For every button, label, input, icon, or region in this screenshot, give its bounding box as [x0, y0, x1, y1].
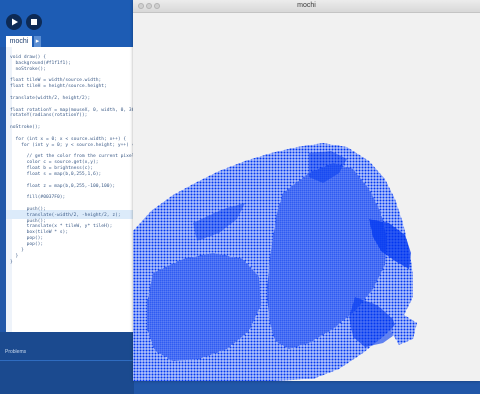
run-button[interactable] — [6, 14, 22, 30]
code-line: } — [10, 259, 13, 265]
console-panel — [0, 332, 134, 394]
ide-toolbar — [0, 0, 134, 34]
tab-menu-button[interactable]: ▸ — [34, 36, 41, 47]
sketch-canvas[interactable] — [133, 13, 480, 381]
window-titlebar[interactable]: mochi — [133, 0, 480, 13]
problems-tab[interactable]: Problems — [5, 349, 26, 355]
status-divider — [0, 360, 134, 361]
sketch-window: mochi — [133, 0, 480, 381]
code-editor[interactable]: void draw() { background(#f1f1f1); noStr… — [6, 47, 134, 332]
code-text[interactable]: void draw() { background(#f1f1f1); noStr… — [10, 55, 134, 265]
stop-icon — [31, 19, 37, 25]
voxel-point-cloud — [133, 143, 417, 381]
stop-button[interactable] — [26, 14, 42, 30]
window-title: mochi — [297, 2, 316, 9]
code-line: translate(-width/2, -height/2, z); — [10, 212, 121, 218]
play-icon — [12, 18, 18, 26]
tab-bar: mochi ▸ — [0, 34, 134, 47]
code-line: for (int y = 0; y < source.height; y++) … — [10, 142, 134, 148]
code-line: for (int x = 0; x < source.width; x++) { — [10, 136, 127, 142]
tab-mochi[interactable]: mochi — [6, 36, 32, 47]
